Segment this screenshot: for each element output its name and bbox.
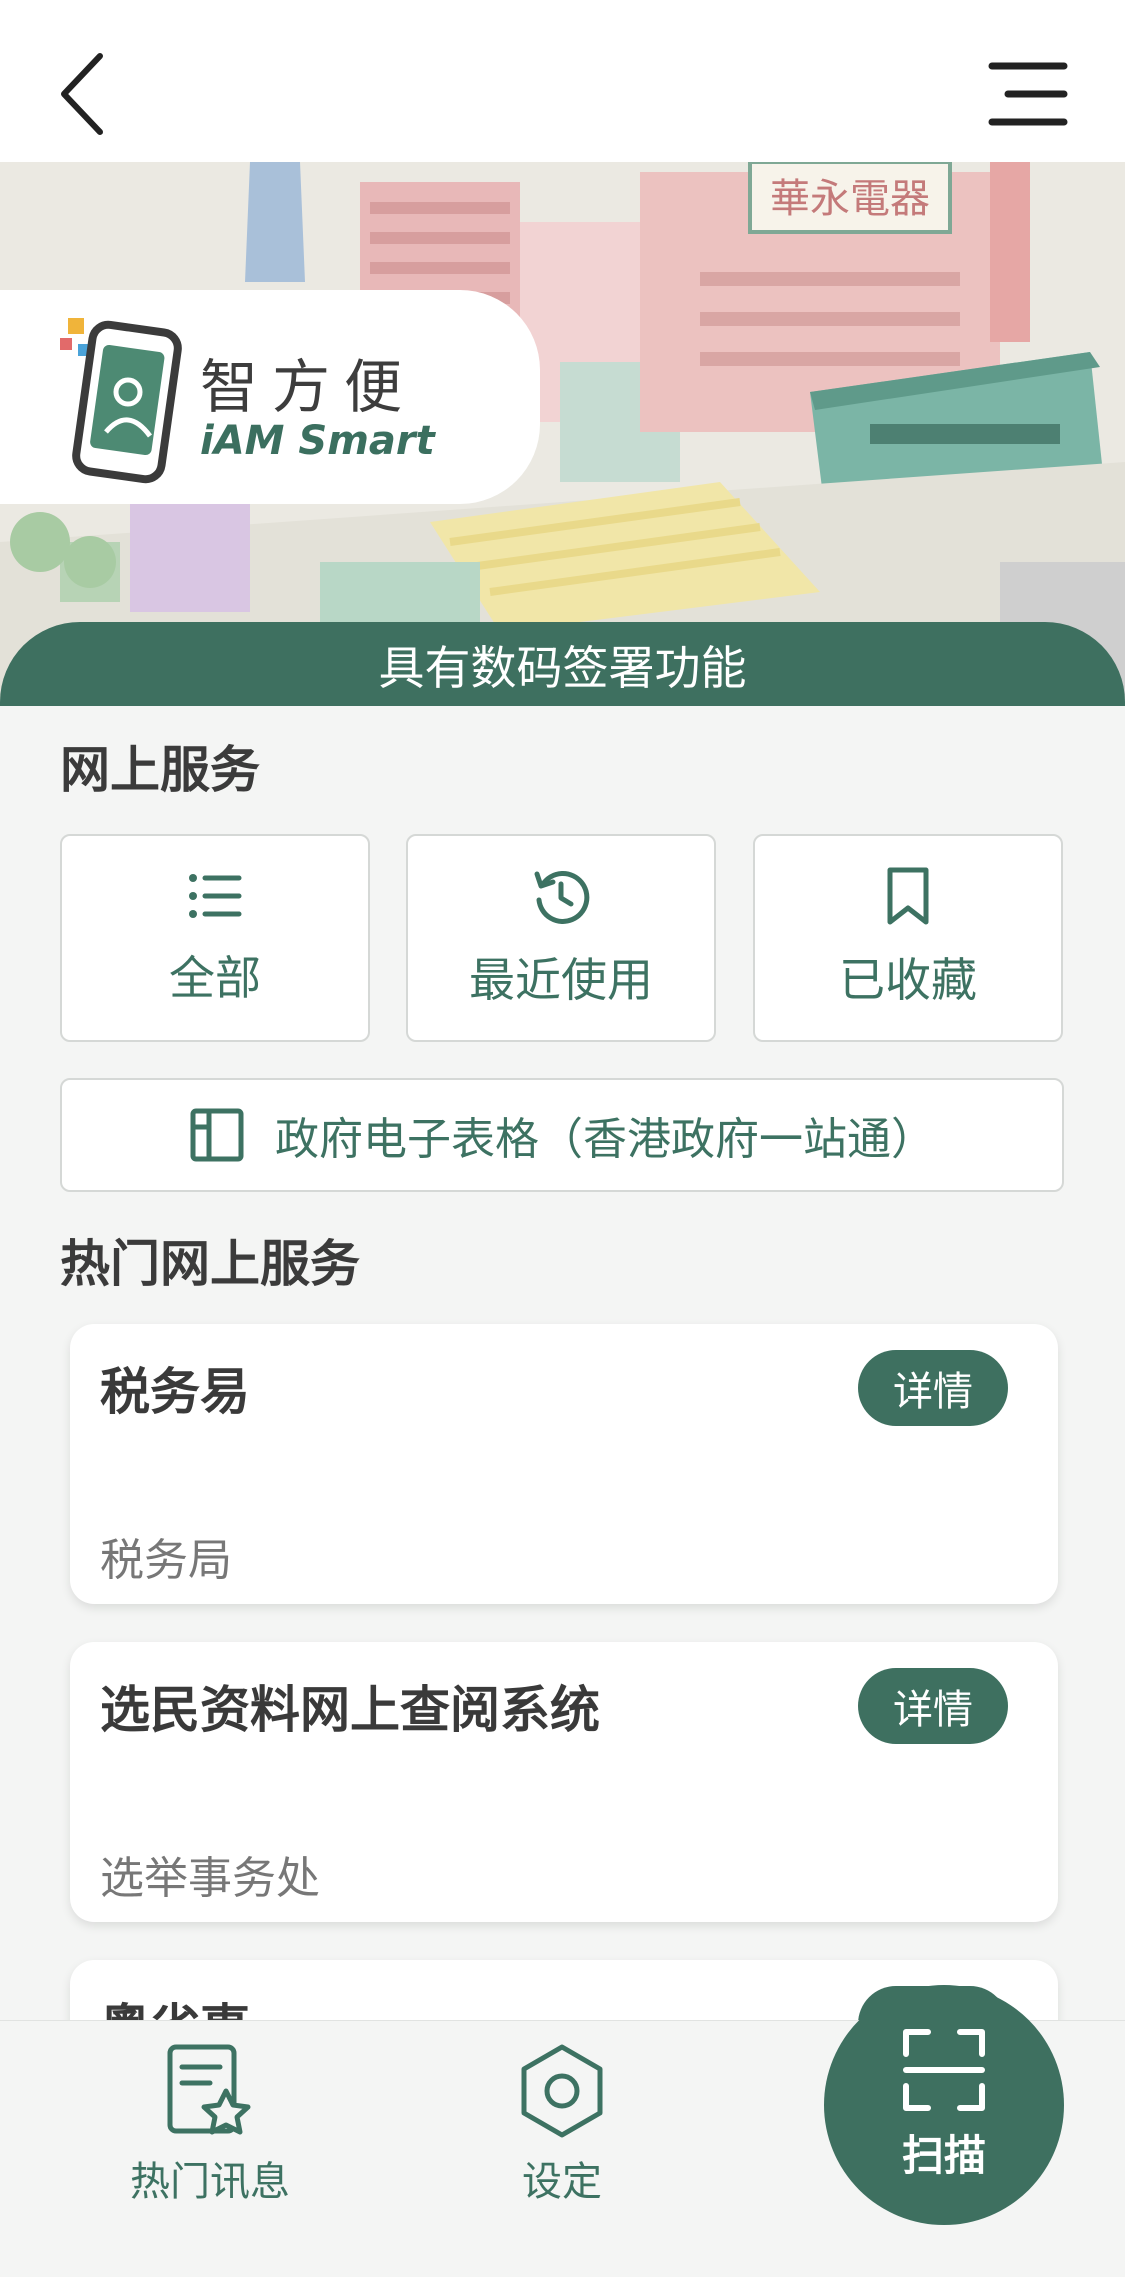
- card-department: 税务局: [100, 1535, 232, 1586]
- nav-label: 热门讯息: [130, 2159, 290, 2205]
- form-layout-icon: [190, 1108, 244, 1162]
- service-card-tax[interactable]: 税务易 详情 税务局: [70, 1324, 1058, 1604]
- tile-label: 最近使用: [469, 953, 653, 1007]
- history-icon: [534, 870, 590, 924]
- card-title: 税务易: [100, 1363, 250, 1421]
- tile-label: 已收藏: [839, 953, 977, 1007]
- logo-chinese-text: 智方便: [200, 353, 417, 421]
- digital-signing-banner: 具有数码签署功能: [0, 622, 1125, 706]
- gov-eforms-button[interactable]: 政府电子表格（香港政府一站通）: [60, 1078, 1064, 1192]
- card-title: 选民资料网上查阅系统: [100, 1681, 600, 1739]
- iam-smart-logo: 智方便 iAM Smart: [0, 290, 540, 504]
- popular-services-title: 热门网上服务: [60, 1235, 360, 1293]
- chevron-left-icon: [61, 53, 103, 135]
- scan-label: 扫描: [901, 2130, 986, 2180]
- nav-label: 设定: [522, 2159, 602, 2205]
- nav-settings[interactable]: 设定: [512, 2041, 612, 2207]
- detail-button[interactable]: 详情: [858, 1668, 1008, 1744]
- shop-sign-text: 華永電器: [770, 176, 930, 222]
- back-button[interactable]: [48, 44, 128, 144]
- nav-popular-news[interactable]: 热门讯息: [130, 2041, 290, 2207]
- logo-english-text: iAM Smart: [200, 418, 435, 464]
- list-icon: [189, 874, 242, 918]
- banner: 華永電器 智方便 iAM Smart 具有数码签署功能: [0, 162, 1125, 706]
- card-department: 选举事务处: [100, 1853, 320, 1904]
- tile-label: 全部: [169, 951, 261, 1005]
- eforms-label: 政府电子表格（香港政府一站通）: [275, 1114, 935, 1165]
- phone-person-icon: [60, 318, 182, 484]
- service-card-voter[interactable]: 选民资料网上查阅系统 详情 选举事务处: [70, 1642, 1058, 1922]
- menu-button[interactable]: [980, 58, 1070, 130]
- settings-hexagon-icon: [521, 2044, 603, 2138]
- detail-button[interactable]: 详情: [858, 1350, 1008, 1426]
- scan-frame-icon: [903, 2028, 985, 2111]
- bookmarked-button[interactable]: 已收藏: [753, 834, 1063, 1042]
- hamburger-menu-icon: [988, 62, 1068, 126]
- online-services-title: 网上服务: [60, 741, 260, 799]
- bookmark-icon: [887, 867, 929, 925]
- scan-button[interactable]: 扫描: [824, 1985, 1064, 2225]
- all-services-button[interactable]: 全部: [60, 834, 370, 1042]
- recently-used-button[interactable]: 最近使用: [406, 834, 716, 1042]
- document-star-icon: [167, 2044, 251, 2135]
- top-bar: [0, 0, 1125, 162]
- app-screen: 華永電器 智方便 iAM Smart 具有数码签署功能 网上服务 全部 最近使用…: [0, 0, 1125, 2277]
